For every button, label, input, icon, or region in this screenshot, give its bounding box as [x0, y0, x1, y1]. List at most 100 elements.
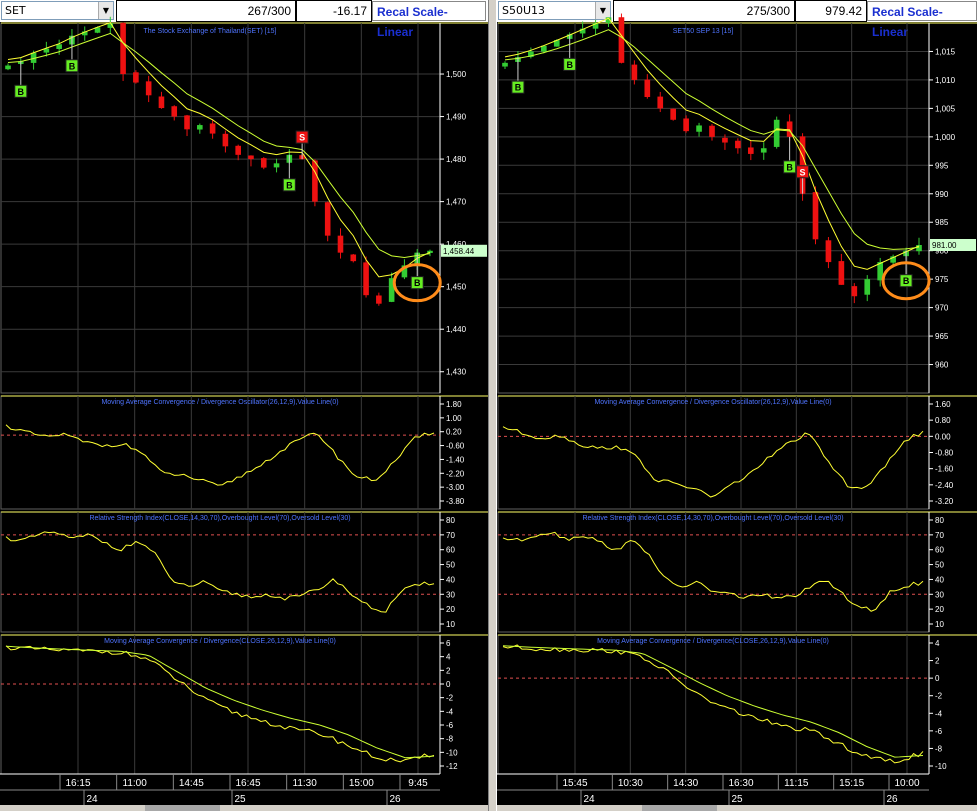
- candle-body: [773, 119, 780, 147]
- pane-border: [0, 22, 441, 394]
- price-title: The Stock Exchange of Thailand(SET) [15]: [144, 28, 277, 35]
- osc-tick-label: 6: [446, 639, 451, 648]
- osc-tick-label: -10: [446, 748, 458, 757]
- candle-body: [916, 245, 922, 252]
- signal-label: B: [69, 61, 76, 71]
- osc-tick-label: -4: [446, 707, 454, 716]
- h-scrollbar: [497, 805, 977, 811]
- candle-body: [735, 140, 741, 149]
- candle-body: [324, 202, 331, 236]
- candle-body: [197, 125, 203, 130]
- osc-tick-label: 50: [935, 561, 944, 570]
- osc-tick-label: 60: [446, 546, 455, 555]
- candle-body: [184, 115, 190, 130]
- signal-label: B: [286, 180, 293, 190]
- time-tick-label: 14:30: [673, 778, 698, 789]
- osc-tick-label: 1.00: [446, 414, 462, 423]
- chart-canvas: 1,5001,4901,4801,4701,4601,4501,4401,430…: [0, 16, 488, 811]
- candle-body: [376, 295, 382, 304]
- date-tick-label: 24: [583, 794, 595, 805]
- time-tick-label: 11:00: [123, 778, 148, 789]
- candle-body: [644, 79, 651, 97]
- h-scrollbar-thumb: [642, 805, 717, 811]
- time-tick-label: 14:45: [179, 778, 204, 789]
- pane-title: Moving Average Convergence / Divergence(…: [104, 638, 336, 645]
- h-scrollbar: [0, 805, 488, 811]
- candle-body: [851, 286, 858, 297]
- osc-tick-label: -1.40: [446, 455, 465, 464]
- pane-title: Relative Strength Index(CLOSE,14,30,70),…: [582, 515, 843, 522]
- osc-tick-label: -1.60: [935, 465, 954, 474]
- osc-tick-label: -2.20: [446, 469, 465, 478]
- osc-tick-label: 4: [446, 653, 451, 662]
- candle-body: [260, 158, 267, 168]
- osc-tick-label: 0: [935, 674, 940, 683]
- candle-body: [618, 17, 625, 63]
- candle-body: [5, 65, 11, 70]
- candle-body: [696, 125, 702, 132]
- osc-tick-label: 30: [446, 590, 455, 599]
- candle-body: [502, 62, 508, 67]
- signal-label: B: [786, 162, 793, 172]
- signal-label: B: [903, 276, 910, 286]
- price-tick-label: 990: [935, 190, 949, 199]
- signal-line: [5, 645, 435, 759]
- osc-tick-label: 10: [446, 620, 455, 629]
- pane-splitter[interactable]: [488, 0, 497, 811]
- signal-label: B: [515, 83, 522, 93]
- pane-border: [497, 22, 930, 394]
- osc-tick-label: -3.80: [446, 497, 465, 506]
- time-tick-label: 16:45: [235, 778, 260, 789]
- candle-body: [747, 147, 754, 154]
- pane-title: Moving Average Convergence / Divergence …: [101, 399, 338, 406]
- pane-border: [497, 395, 930, 510]
- signal-label: S: [800, 167, 806, 177]
- date-tick-label: 26: [886, 794, 898, 805]
- candle-body: [812, 192, 819, 240]
- time-tick-label: 11:15: [784, 778, 809, 789]
- osc-tick-label: -6: [935, 727, 943, 736]
- candle-body: [838, 261, 845, 285]
- osc-tick-label: -3.20: [935, 497, 954, 506]
- price-tick-label: 1,500: [446, 70, 467, 79]
- signal-label: B: [414, 278, 421, 288]
- osc-tick-label: 4: [935, 639, 940, 648]
- osc-tick-label: 0.80: [935, 416, 951, 425]
- osc-tick-label: 1.60: [935, 400, 951, 409]
- date-tick-label: 25: [234, 794, 246, 805]
- osc-tick-label: -12: [446, 762, 458, 771]
- candle-body: [209, 123, 216, 134]
- time-tick-label: 16:30: [728, 778, 753, 789]
- osc-tick-label: 70: [935, 531, 944, 540]
- candle-body: [722, 137, 728, 143]
- osc-tick-label: -8: [935, 744, 943, 753]
- signal-line: [502, 645, 924, 758]
- candle-body: [222, 133, 229, 147]
- price-tick-label: 1,470: [446, 198, 467, 207]
- candle-body: [683, 118, 689, 132]
- candle-body: [709, 125, 715, 137]
- osc-tick-label: -3.00: [446, 483, 465, 492]
- candle-body: [248, 155, 254, 160]
- candle-body: [133, 72, 139, 83]
- chart-panel-s50u13: S50U13 ▼ 275/300 979.42 Recal Scale-Line…: [497, 0, 977, 811]
- osc-tick-label: 0.20: [446, 428, 462, 437]
- osc-tick-label: 40: [446, 575, 455, 584]
- signal-label: B: [566, 60, 573, 70]
- candle-body: [825, 240, 832, 263]
- candle-body: [337, 235, 344, 253]
- osc-tick-label: 0.00: [935, 432, 951, 441]
- price-tick-label: 970: [935, 304, 949, 313]
- candle-body: [363, 262, 369, 296]
- price-tick-label: 1,010: [935, 76, 956, 85]
- osc-tick-label: -8: [446, 735, 454, 744]
- price-title: SET50 SEP 13 [15]: [673, 28, 734, 35]
- price-tick-label: 975: [935, 275, 949, 284]
- osc-tick-label: 1.80: [446, 400, 462, 409]
- current-price-value: 981.00: [932, 241, 957, 250]
- osc-tick-label: 2: [446, 666, 451, 675]
- pane-border: [0, 395, 441, 510]
- price-tick-label: 1,440: [446, 325, 467, 334]
- date-tick-label: 26: [389, 794, 401, 805]
- osc-tick-label: 70: [446, 531, 455, 540]
